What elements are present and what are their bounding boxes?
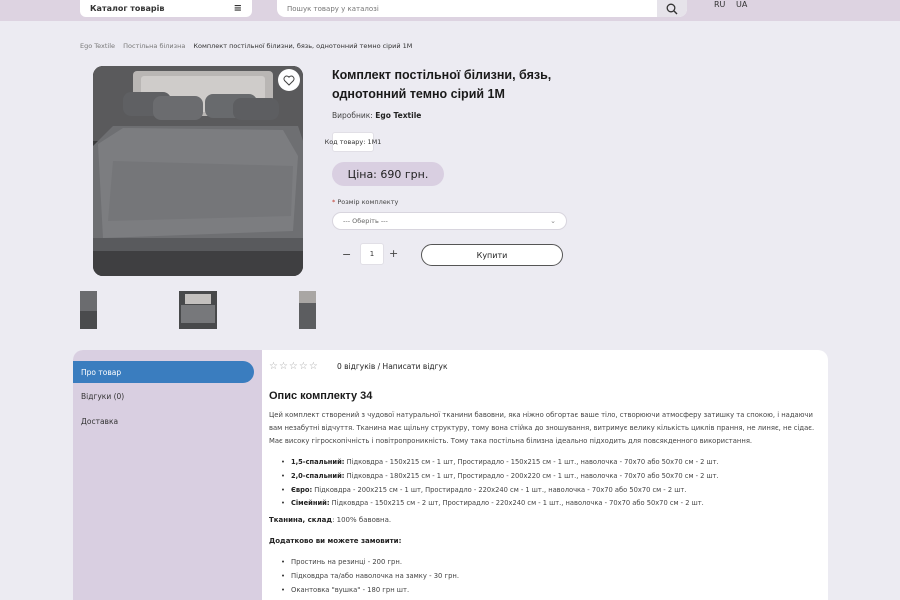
description-paragraph: Цей комплект створений з чудової натурал… <box>269 411 815 445</box>
breadcrumb-current: Комплект постільної білизни, бязь, однот… <box>193 42 413 50</box>
catalog-button[interactable]: Каталог товарів ≡ <box>80 0 252 17</box>
heart-icon <box>283 75 295 86</box>
manufacturer-link[interactable]: Ego Textile <box>375 111 421 120</box>
search-button[interactable] <box>657 0 687 17</box>
extras-list: Простинь на резинці - 200 грн. Підковдра… <box>281 555 459 597</box>
search-bar <box>277 0 687 17</box>
list-item: Підковдра та/або наволочка на замку - 30… <box>281 569 459 583</box>
search-icon <box>666 3 678 14</box>
list-item: 2,0-спальний: Підковдра - 180x215 см - 1… <box>281 470 821 484</box>
breadcrumb-item[interactable]: Постільна білизна <box>123 42 185 50</box>
set-name: 2,0-спальний: <box>290 471 345 480</box>
fabric-value: : 100% бавовна. <box>332 516 392 524</box>
quantity-decrease-button[interactable]: − <box>342 248 351 261</box>
lang-ua-link[interactable]: UA <box>736 0 747 9</box>
size-select-value: --- Оберіть --- <box>343 217 388 225</box>
product-thumbnail[interactable] <box>80 291 97 329</box>
reviews-link[interactable]: 0 відгуків / Написати відгук <box>337 362 448 371</box>
quantity-input[interactable] <box>360 243 384 265</box>
product-info-panel: Про товар Відгуки (0) Доставка ☆☆☆☆☆ 0 в… <box>73 350 828 600</box>
thumbnail-image <box>299 291 316 329</box>
thumbnail-image <box>80 291 97 329</box>
set-details: Підковдра - 150x215 см - 1 шт, Простирад… <box>344 458 719 466</box>
size-label: * Розмір комплекту <box>332 198 398 206</box>
list-item: Євро: Підковдра - 200x215 см - 1 шт, Про… <box>281 484 821 498</box>
menu-icon: ≡ <box>233 3 242 14</box>
chevron-down-icon: ⌄ <box>550 217 556 225</box>
product-price: Ціна: 690 грн. <box>332 162 444 186</box>
lang-ru-link[interactable]: RU <box>714 0 725 9</box>
rating-stars[interactable]: ☆☆☆☆☆ <box>269 361 319 372</box>
required-marker: * <box>332 198 336 206</box>
extras-title: Додатково ви можете замовити: <box>269 537 402 545</box>
list-item: 1,5-спальний: Підковдра - 150x215 см - 1… <box>281 456 821 470</box>
catalog-label: Каталог товарів <box>90 4 165 13</box>
manufacturer-label: Виробник: <box>332 111 373 120</box>
fabric-label: Тканина, склад <box>269 516 333 524</box>
top-bar: Каталог товарів ≡ RU UA <box>0 0 900 21</box>
tab-reviews[interactable]: Відгуки (0) <box>73 385 124 407</box>
tab-about[interactable]: Про товар <box>73 361 254 383</box>
breadcrumb: Ego Textile Постільна білизна Комплект п… <box>80 42 418 50</box>
product-code: Код товару: 1М1 <box>325 132 381 152</box>
description-title: Опис комплекту 34 <box>269 390 373 402</box>
set-details: Підковдра - 180x215 см - 1 шт, Простирад… <box>344 471 719 480</box>
product-main-image[interactable] <box>93 66 303 276</box>
product-thumbnail[interactable] <box>179 291 217 329</box>
tab-sidebar: Про товар Відгуки (0) Доставка <box>73 350 262 600</box>
product-title: Комплект постільної білизни, бязь, однот… <box>332 68 552 101</box>
search-input[interactable] <box>277 0 659 17</box>
set-name: Сімейний: <box>290 499 330 508</box>
set-details: Підковдра - 200x215 см - 1 шт, Простирад… <box>312 485 687 494</box>
size-label-text: Розмір комплекту <box>337 198 399 206</box>
list-item: Сімейний: Підковдра - 150x215 см - 2 шт,… <box>281 497 821 511</box>
set-name: 1,5-спальний: <box>290 458 345 466</box>
set-size-list: 1,5-спальний: Підковдра - 150x215 см - 1… <box>281 456 821 511</box>
list-item: Простинь на резинці - 200 грн. <box>281 555 459 569</box>
size-select[interactable]: --- Оберіть --- ⌄ <box>332 212 567 230</box>
quantity-increase-button[interactable]: + <box>389 247 398 260</box>
set-details: Підковдра - 150x215 см - 2 шт, Простирад… <box>329 499 704 508</box>
thumbnail-image <box>179 291 217 329</box>
buy-button[interactable]: Купити <box>421 244 563 266</box>
bed-photo <box>93 66 303 276</box>
breadcrumb-item[interactable]: Ego Textile <box>80 42 115 50</box>
list-item: Окантовка "вушка" - 180 грн шт. <box>281 583 459 597</box>
product-thumbnail[interactable] <box>299 291 316 329</box>
set-name: Євро: <box>290 485 313 494</box>
tab-delivery[interactable]: Доставка <box>73 410 118 432</box>
wishlist-button[interactable] <box>278 69 300 91</box>
fabric-composition: Тканина, склад: 100% бавовна. <box>269 516 391 524</box>
manufacturer: Виробник: Ego Textile <box>332 111 421 120</box>
